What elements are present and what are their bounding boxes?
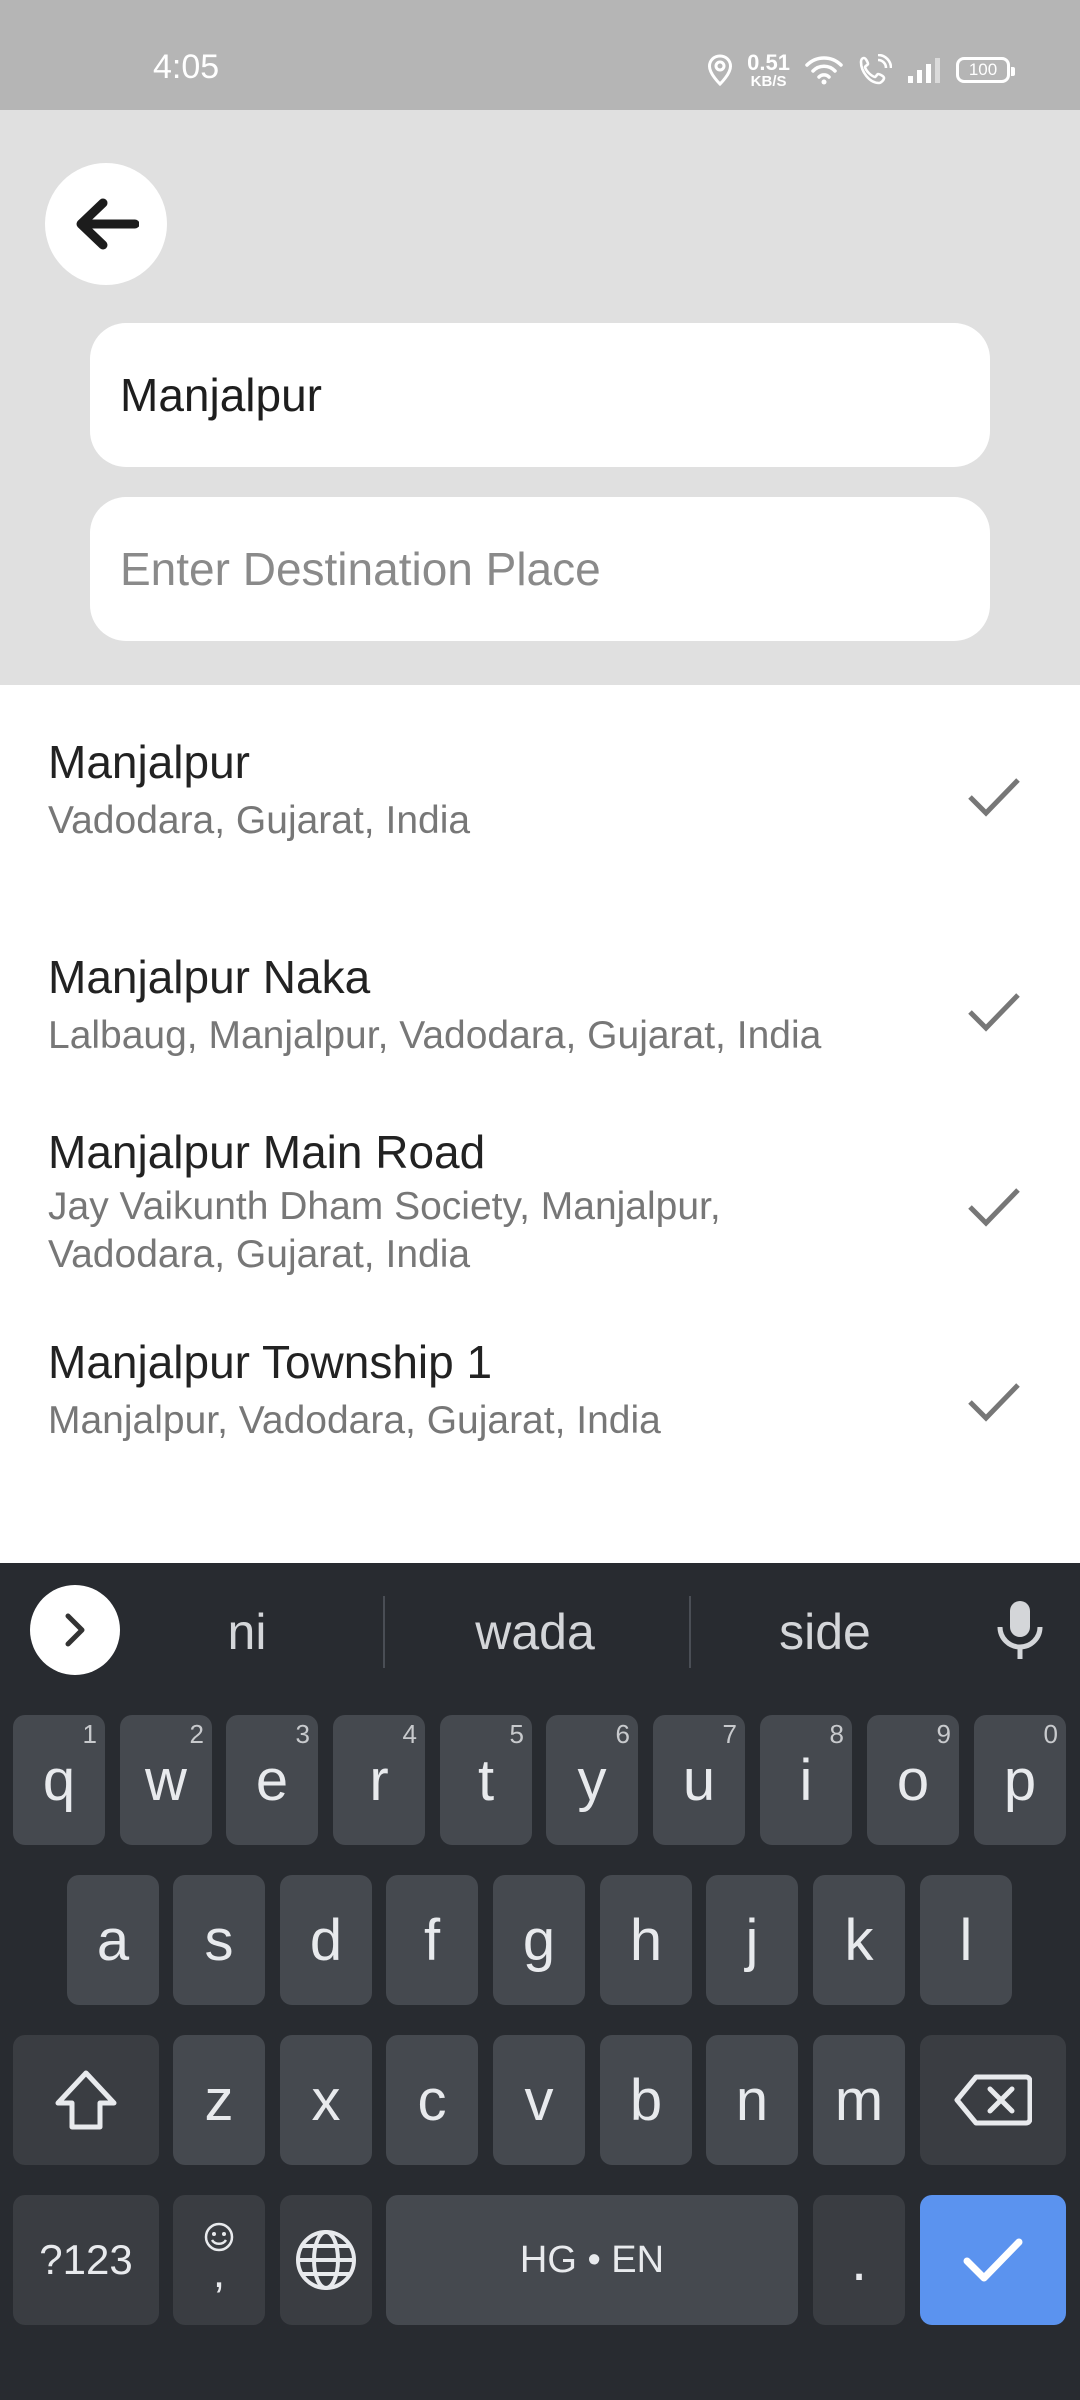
check-icon (968, 1383, 1020, 1422)
key-i[interactable]: i8 (760, 1715, 852, 1845)
result-subtitle: Lalbaug, Manjalpur, Vadodara, Gujarat, I… (48, 1014, 822, 1057)
list-item[interactable]: Manjalpur Township 1 Manjalpur, Vadodara… (0, 1290, 1080, 1480)
suggestion-1[interactable]: ni (117, 1603, 377, 1661)
check-icon (968, 1188, 1020, 1227)
key-w[interactable]: w2 (120, 1715, 212, 1845)
chevron-right-icon (65, 1613, 85, 1647)
status-bar: 4:05 0.51 KB/S 100 (0, 0, 1080, 110)
key-u[interactable]: u7 (653, 1715, 745, 1845)
list-item[interactable]: Manjalpur Naka Lalbaug, Manjalpur, Vadod… (0, 900, 1080, 1080)
network-speed-unit: KB/S (750, 72, 787, 90)
signal-icon (906, 56, 942, 84)
result-title: Manjalpur (48, 736, 250, 788)
wifi-calling-icon (858, 54, 892, 86)
check-icon (968, 778, 1020, 817)
key-m[interactable]: m (813, 2035, 905, 2165)
key-k[interactable]: k (813, 1875, 905, 2005)
destination-input[interactable]: Enter Destination Place (90, 497, 990, 641)
search-header: Manjalpur Enter Destination Place (0, 110, 1080, 685)
key-p[interactable]: p0 (974, 1715, 1066, 1845)
expand-toolbar-button[interactable] (30, 1585, 120, 1675)
key-v[interactable]: v (493, 2035, 585, 2165)
result-subtitle: Manjalpur, Vadodara, Gujarat, India (48, 1399, 661, 1442)
key-j[interactable]: j (706, 1875, 798, 2005)
key-r[interactable]: r4 (333, 1715, 425, 1845)
battery-icon: 100 (956, 57, 1015, 83)
back-button[interactable] (45, 163, 167, 285)
suggestion-3[interactable]: side (695, 1603, 955, 1661)
key-h[interactable]: h (600, 1875, 692, 2005)
key-b[interactable]: b (600, 2035, 692, 2165)
space-key[interactable]: HG • EN (386, 2195, 798, 2325)
arrow-left-icon (76, 198, 139, 250)
source-input[interactable]: Manjalpur (90, 323, 990, 467)
status-time: 4:05 (153, 48, 220, 86)
suggestion-2[interactable]: wada (405, 1603, 665, 1661)
language-key[interactable] (280, 2195, 372, 2325)
backspace-key[interactable] (920, 2035, 1066, 2165)
status-icons: 0.51 KB/S 100 (707, 48, 1015, 92)
network-speed: 0.51 KB/S (747, 49, 790, 90)
result-title: Manjalpur Naka (48, 951, 371, 1003)
key-c[interactable]: c (386, 2035, 478, 2165)
suggestion-bar: ni wada side (0, 1563, 1080, 1698)
globe-icon (296, 2230, 356, 2290)
network-speed-value: 0.51 (747, 49, 790, 75)
result-title: Manjalpur Township 1 (48, 1336, 493, 1388)
key-a[interactable]: a (67, 1875, 159, 2005)
key-f[interactable]: f (386, 1875, 478, 2005)
result-subtitle: Jay Vaikunth Dham Society, Manjalpur, Va… (48, 1185, 721, 1276)
backspace-icon (954, 2074, 1032, 2126)
key-q[interactable]: q1 (13, 1715, 105, 1845)
key-d[interactable]: d (280, 1875, 372, 2005)
suggestion-divider (689, 1596, 691, 1668)
key-t[interactable]: t5 (440, 1715, 532, 1845)
key-y[interactable]: y6 (546, 1715, 638, 1845)
key-l[interactable]: l (920, 1875, 1012, 2005)
comma-label: , (212, 2248, 226, 2297)
period-key[interactable]: . (813, 2195, 905, 2325)
result-subtitle: Vadodara, Gujarat, India (48, 799, 471, 842)
key-x[interactable]: x (280, 2035, 372, 2165)
suggestion-divider (383, 1596, 385, 1668)
check-icon (963, 2238, 1023, 2282)
enter-key[interactable] (920, 2195, 1066, 2325)
key-e[interactable]: e3 (226, 1715, 318, 1845)
key-z[interactable]: z (173, 2035, 265, 2165)
microphone-icon[interactable] (995, 1599, 1045, 1663)
wifi-icon (804, 54, 844, 86)
emoji-comma-key[interactable]: , (173, 2195, 265, 2325)
shift-key[interactable] (13, 2035, 159, 2165)
key-g[interactable]: g (493, 1875, 585, 2005)
symbols-key[interactable]: ?123 (13, 2195, 159, 2325)
key-n[interactable]: n (706, 2035, 798, 2165)
key-o[interactable]: o9 (867, 1715, 959, 1845)
keyboard: ni wada side q1 w2 e3 r4 t5 y6 u7 i8 o9 … (0, 1563, 1080, 2400)
list-item[interactable]: Manjalpur Vadodara, Gujarat, India (0, 685, 1080, 875)
shift-icon (55, 2070, 117, 2130)
location-icon (707, 54, 733, 86)
key-s[interactable]: s (173, 1875, 265, 2005)
list-item[interactable]: Manjalpur Main Road Jay Vaikunth Dham So… (0, 1080, 1080, 1290)
check-icon (968, 993, 1020, 1032)
result-title: Manjalpur Main Road (48, 1126, 486, 1178)
